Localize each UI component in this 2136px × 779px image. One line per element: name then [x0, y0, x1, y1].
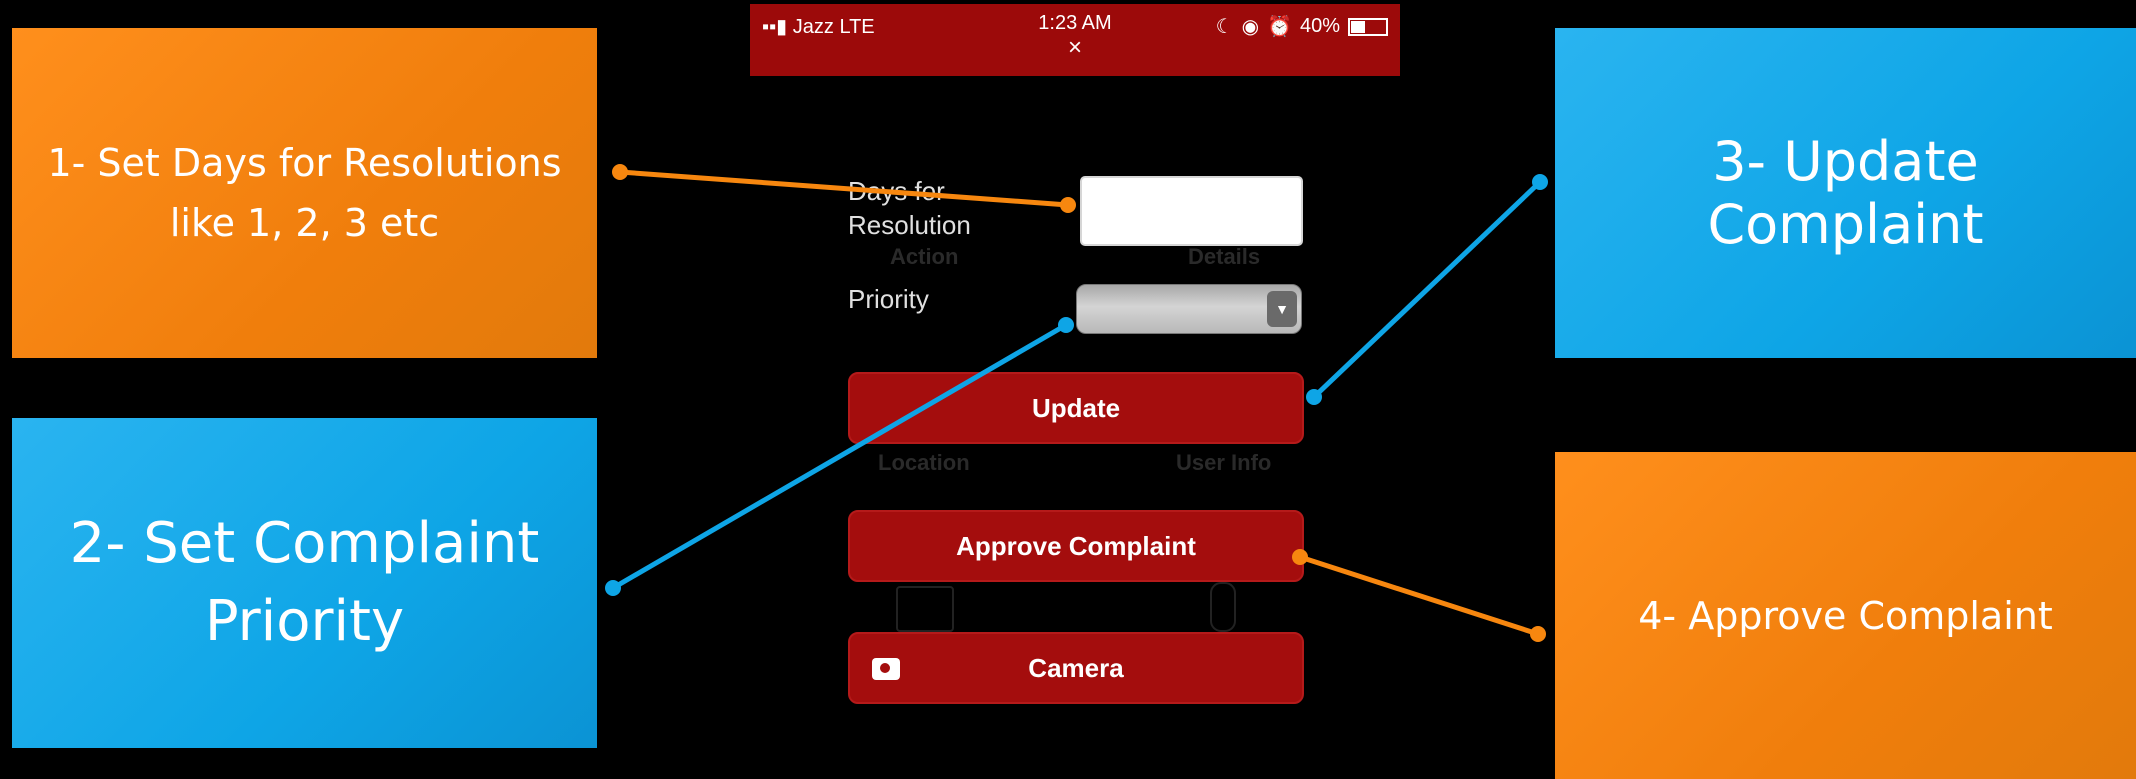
callout-approve-text: 4- Approve Complaint [1638, 593, 2053, 638]
camera-button-label: Camera [1028, 652, 1124, 683]
callout-update-text: 3- Update Complaint [1707, 130, 1984, 256]
ghost-details: Details [1188, 244, 1261, 269]
ghost-location: Location [878, 450, 970, 475]
status-bar-right: ☾ ◉ ⏰ 40% [1216, 14, 1388, 39]
priority-select[interactable]: ▼ [1076, 284, 1302, 334]
connector-update [1306, 174, 1548, 405]
callout-set-priority-line2: Priority [204, 589, 405, 654]
approve-complaint-button[interactable]: Approve Complaint [848, 510, 1304, 582]
lock-rotation-icon: ◉ [1241, 16, 1260, 38]
days-label-line2: Resolution [848, 210, 971, 240]
status-bar: ▪▪▮ Jazz LTE 1:23 AM × ☾ ◉ ⏰ 40% [750, 4, 1400, 76]
ghost-user-info: User Info [1176, 450, 1272, 475]
ghost-action: Action [890, 244, 959, 269]
priority-label: Priority [848, 284, 929, 314]
callout-approve: 4- Approve Complaint [1555, 452, 2136, 779]
days-resolution-input[interactable] [1080, 176, 1303, 246]
connector-set-days [612, 164, 1076, 213]
days-label: Days for Resolution [848, 174, 971, 242]
callout-set-days-line2: like 1, 2, 3 etc [169, 201, 440, 245]
days-label-line1: Days for [848, 176, 945, 206]
camera-icon [872, 658, 900, 680]
callout-set-priority-line1: 2- Set Complaint [69, 511, 540, 576]
microphone-icon [1210, 582, 1236, 632]
battery-percent: 40% [1299, 15, 1340, 37]
image-icon [896, 586, 954, 632]
callout-update: 3- Update Complaint [1555, 28, 2136, 358]
battery-icon [1348, 17, 1388, 36]
camera-button[interactable]: Camera [848, 632, 1304, 704]
callout-set-priority: 2- Set Complaint Priority [12, 418, 597, 748]
alarm-icon: ⏰ [1267, 16, 1292, 38]
connector-approve [1292, 549, 1546, 642]
callout-set-days-line1: 1- Set Days for Resolutions [47, 141, 562, 185]
moon-icon: ☾ [1215, 16, 1234, 38]
dropdown-arrow-icon: ▼ [1267, 291, 1297, 327]
approve-button-label: Approve Complaint [956, 530, 1196, 561]
update-button-label: Update [1031, 392, 1121, 423]
callout-set-days: 1- Set Days for Resolutions like 1, 2, 3… [12, 28, 597, 358]
update-button[interactable]: Update [848, 372, 1304, 444]
